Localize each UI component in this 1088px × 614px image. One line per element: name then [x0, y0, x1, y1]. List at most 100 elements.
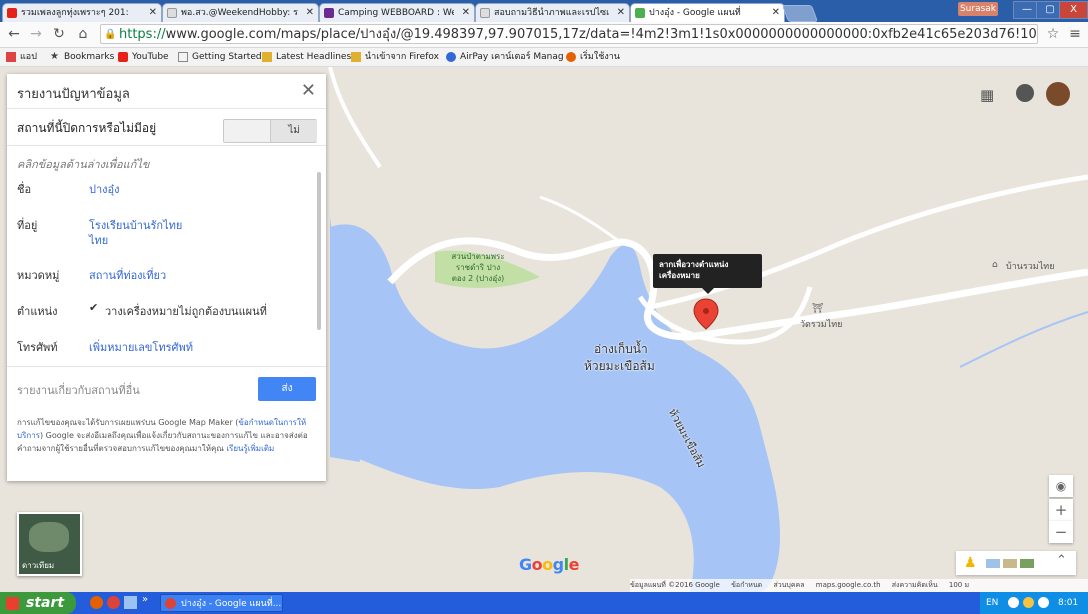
home-icon[interactable]: ⌂ — [75, 26, 91, 42]
field-value-name[interactable]: ปางอุ๋ง — [89, 180, 120, 198]
taskbar-item-chrome[interactable]: ปางอุ๋ง - Google แผนที่... — [160, 594, 283, 612]
task-title: ปางอุ๋ง - Google แผนที่... — [181, 599, 282, 609]
browser-toolbar: ← → ↻ ⌂ https://www.google.com/maps/plac… — [0, 22, 1088, 48]
other-place-report-link[interactable]: รายงานเกี่ยวกับสถานที่อื่น — [17, 381, 140, 399]
tray-network-icon[interactable] — [1008, 597, 1019, 608]
quicklaunch-more-icon[interactable]: » — [142, 594, 148, 605]
bookmark-folder[interactable]: นำเข้าจาก Firefox — [351, 50, 439, 64]
field-label-phone: โทรศัพท์ — [17, 341, 58, 354]
close-tab-icon[interactable]: ✕ — [617, 4, 625, 22]
bookmark-apps[interactable]: แอป — [6, 50, 37, 64]
field-value-address-line2[interactable]: ไทย — [89, 231, 108, 249]
bookmark-bookmarks[interactable]: ★ Bookmarks — [50, 50, 114, 64]
user-profile-badge[interactable]: Surasak — [958, 2, 998, 16]
bookmark-airpay[interactable]: AirPay เคาน์เตอร์ Manag — [446, 50, 564, 64]
notifications-icon[interactable] — [1016, 84, 1034, 102]
marker-tooltip: ลากเพื่อวางตำแหน่งเครื่องหมาย — [653, 254, 762, 288]
bookmark-label: เริ่มใช้งาน — [580, 52, 620, 62]
folder-icon — [262, 52, 272, 62]
apps-grid-icon — [6, 52, 16, 62]
address-bar[interactable]: https://www.google.com/maps/place/ปางอุ๋… — [100, 24, 1038, 44]
close-tab-icon[interactable]: ✕ — [306, 4, 314, 22]
browser-tab[interactable]: Camping WEBBOARD : Weel ✕ — [319, 3, 475, 22]
imagery-thumb-icon[interactable] — [1003, 559, 1017, 568]
bookmark-getting-started[interactable]: Getting Started — [178, 50, 262, 64]
satellite-toggle[interactable]: ดาวเทียม — [17, 512, 82, 576]
my-location-icon[interactable]: ◉ — [1049, 475, 1073, 497]
desktop-quicklaunch-icon[interactable] — [124, 596, 137, 609]
firefox-quicklaunch-icon[interactable] — [90, 596, 103, 609]
expand-icon[interactable]: ⌃ — [1056, 553, 1067, 568]
closed-toggle[interactable]: ไม่ — [223, 119, 317, 143]
field-label-name: ชื่อ — [17, 183, 32, 196]
bookmark-firefox[interactable]: เริ่มใช้งาน — [566, 50, 620, 64]
imagery-thumb-icon[interactable] — [986, 559, 1000, 568]
bookmarks-bar: แอป ★ Bookmarks YouTube Getting Started L… — [0, 48, 1088, 67]
stream-east — [959, 311, 1088, 368]
google-apps-icon[interactable]: ▦ — [980, 86, 996, 104]
close-window-button[interactable]: X — [1059, 1, 1088, 19]
send-button[interactable]: ส่ง — [258, 377, 316, 401]
url-scheme: https:// — [119, 27, 166, 42]
field-value-position: วางเครื่องหมายไม่ถูกต้องบนแผนที่ — [105, 305, 267, 318]
position-checkbox[interactable]: ✔ — [89, 301, 98, 314]
report-problem-panel: รายงานปัญหาข้อมูล ✕ สถานที่นี้ปิดการหรือ… — [7, 74, 326, 481]
zoom-in-button[interactable]: + — [1049, 499, 1073, 521]
close-tab-icon[interactable]: ✕ — [772, 4, 780, 22]
close-tab-icon[interactable]: ✕ — [462, 4, 470, 22]
terms-link[interactable]: ข้อกำหนด — [731, 581, 762, 589]
forward-arrow-icon[interactable]: → — [28, 26, 44, 42]
pegman-icon[interactable]: ♟ — [964, 555, 977, 571]
menu-icon[interactable]: ≡ — [1067, 26, 1083, 42]
bookmark-youtube[interactable]: YouTube — [118, 50, 169, 64]
airpay-icon — [446, 52, 456, 62]
browser-tab[interactable]: พอ.สว.@WeekendHobby: ร ✕ — [162, 3, 319, 22]
closed-no-option[interactable]: ไม่ — [270, 120, 317, 142]
star-icon: ★ — [50, 51, 59, 62]
feedback-link[interactable]: ส่งความคิดเห็น — [892, 581, 938, 589]
browser-tab[interactable]: สอบถามวิธีนำภาพและเรปไซเ ✕ — [475, 3, 630, 22]
browser-tab[interactable]: รวมเพลงลูกทุ่งเพราะๆ 201: ✕ — [2, 3, 162, 22]
legal-text: การแก้ไขของคุณจะได้รับการเผยแพร่บน Googl… — [17, 418, 239, 427]
learn-more-link[interactable]: เรียนรู้เพิ่มเติม — [226, 444, 274, 453]
windows-logo-icon — [6, 597, 19, 610]
tooltip-arrow — [702, 288, 714, 294]
satellite-label: ดาวเทียม — [22, 561, 55, 570]
new-tab-button[interactable] — [781, 5, 819, 22]
reload-icon[interactable]: ↻ — [51, 26, 67, 42]
firefox-icon — [566, 52, 576, 62]
village-label: บ้านรวมไทย — [1006, 262, 1055, 272]
url-text: www.google.com/maps/place/ปางอุ๋ง/@19.49… — [165, 27, 1038, 42]
tray-status-icon[interactable] — [1038, 597, 1049, 608]
maps-domain-link[interactable]: maps.google.co.th — [816, 581, 881, 589]
bookmark-folder[interactable]: Latest Headlines — [262, 50, 351, 64]
panel-scrollbar[interactable] — [317, 172, 321, 330]
field-value-phone[interactable]: เพิ่มหมายเลขโทรศัพท์ — [89, 338, 193, 356]
bookmark-label: แอป — [20, 52, 37, 62]
bookmark-label: YouTube — [132, 52, 169, 62]
zoom-out-button[interactable]: − — [1049, 521, 1073, 543]
bookmark-label: Getting Started — [192, 52, 262, 62]
bookmark-label: นำเข้าจาก Firefox — [365, 52, 439, 62]
tab-title: ปางอุ๋ง - Google แผนที่ — [649, 8, 741, 18]
bookmark-star-icon[interactable]: ☆ — [1045, 26, 1061, 42]
account-avatar[interactable] — [1046, 82, 1070, 106]
tray-security-icon[interactable] — [1023, 597, 1034, 608]
back-arrow-icon[interactable]: ← — [6, 26, 22, 42]
village-icon: ⌂ — [992, 260, 998, 270]
field-label-category: หมวดหมู่ — [17, 269, 60, 282]
youtube-favicon-icon — [7, 8, 17, 18]
scale-label: 100 ม — [948, 581, 970, 589]
browser-tab-active[interactable]: ปางอุ๋ง - Google แผนที่ ✕ — [630, 3, 785, 22]
language-indicator[interactable]: EN — [986, 592, 998, 614]
page-icon — [178, 52, 188, 62]
close-icon[interactable]: ✕ — [301, 80, 316, 101]
page-favicon-icon — [480, 8, 490, 18]
field-value-category[interactable]: สถานที่ท่องเที่ยว — [89, 266, 166, 284]
bookmark-label: Latest Headlines — [276, 52, 352, 62]
chrome-quicklaunch-icon[interactable] — [107, 596, 120, 609]
close-tab-icon[interactable]: ✕ — [149, 4, 157, 22]
privacy-link[interactable]: ส่วนบุคคล — [773, 581, 804, 589]
chrome-icon — [165, 598, 176, 609]
imagery-thumb-icon[interactable] — [1020, 559, 1034, 568]
